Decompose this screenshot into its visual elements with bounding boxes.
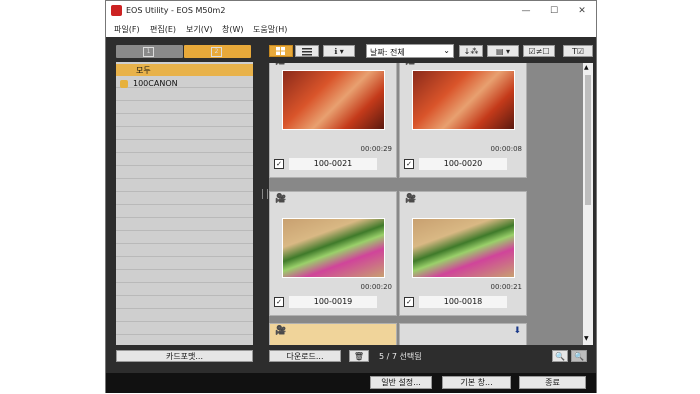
video-thumbnail	[412, 70, 515, 130]
video-icon: 🎥	[405, 63, 416, 66]
video-icon: 🎥	[275, 326, 287, 336]
app-window: EOS Utility - EOS M50m2 — ☐ ✕ 파일(F) 편집(E…	[105, 0, 597, 393]
filter-button[interactable]: T☑	[563, 45, 593, 57]
splitter-grip-icon	[262, 189, 268, 199]
card-folder-panel: 1 2 모두 100CANON 카드포맷...	[106, 37, 259, 373]
selection-count: 5 / 7 선택됨	[379, 352, 422, 361]
scrollbar-thumb[interactable]	[585, 75, 591, 205]
minimize-button[interactable]: —	[516, 4, 536, 18]
tab-card-slot-2[interactable]: 2	[184, 45, 251, 58]
thumbnail-card-partial[interactable]: ⬇	[399, 323, 527, 345]
list-icon	[302, 48, 312, 56]
slot-1-icon: 1	[143, 47, 154, 57]
thumbnail-card-partial[interactable]: 🎥	[269, 323, 397, 345]
folder-label: 100CANON	[133, 79, 178, 88]
scroll-down-icon[interactable]: ▼	[584, 335, 589, 342]
vertical-scrollbar[interactable]: ▲ ▼	[583, 63, 593, 345]
zoom-in-icon[interactable]: 🔍	[571, 350, 587, 362]
duration-label: 00:00:29	[360, 145, 392, 153]
list-view-button[interactable]	[295, 45, 319, 57]
grid-icon	[276, 47, 285, 55]
duration-label: 00:00:21	[490, 283, 522, 291]
menu-edit[interactable]: 편집(E)	[150, 24, 176, 35]
file-name: 100-0019	[289, 296, 377, 308]
folder-item-100canon[interactable]: 100CANON	[116, 78, 253, 90]
thumbnail-card[interactable]: 🎥 00:00:21 ✓ 100-0018	[399, 191, 527, 316]
select-checkbox[interactable]: ✓	[274, 297, 284, 307]
folder-label: 모두	[136, 66, 151, 75]
slot-2-icon: 2	[211, 47, 222, 57]
panel-splitter[interactable]	[259, 37, 269, 373]
video-thumbnail	[282, 70, 385, 130]
title-bar: EOS Utility - EOS M50m2 — ☐ ✕	[106, 1, 596, 21]
tab-card-slot-1[interactable]: 1	[116, 45, 183, 58]
thumbnail-grid: 🎥 00:00:29 ✓ 100-0021 🎥 00:00:08 ✓ 100-0…	[269, 63, 583, 345]
close-button[interactable]: ✕	[572, 4, 592, 18]
select-checkbox[interactable]: ✓	[404, 297, 414, 307]
menu-bar: 파일(F) 편집(E) 보기(V) 창(W) 도움말(H)	[106, 21, 596, 37]
preferences-button[interactable]: 일반 설정...	[370, 376, 432, 389]
trash-icon[interactable]: 🗑	[349, 350, 369, 362]
menu-help[interactable]: 도움말(H)	[253, 24, 287, 35]
file-name: 100-0018	[419, 296, 507, 308]
file-name: 100-0021	[289, 158, 377, 170]
video-icon: 🎥	[275, 194, 287, 204]
video-thumbnail	[282, 218, 385, 278]
file-name: 100-0020	[419, 158, 507, 170]
duration-label: 00:00:20	[360, 283, 392, 291]
download-button[interactable]: 다운로드...	[269, 350, 341, 362]
quit-button[interactable]: 종료	[519, 376, 586, 389]
date-filter-select[interactable]: 날짜: 전체 ⌄	[366, 44, 454, 58]
menu-window[interactable]: 창(W)	[222, 24, 244, 35]
select-checkbox[interactable]: ✓	[274, 159, 284, 169]
scroll-up-icon[interactable]: ▲	[584, 64, 589, 71]
sort-button[interactable]: ↓⁂	[459, 45, 483, 57]
thumbnail-card[interactable]: 🎥 00:00:29 ✓ 100-0021	[269, 63, 397, 178]
bottom-bar: 일반 설정... 기본 창... 종료	[106, 373, 596, 393]
check-toggle-button[interactable]: ☑≠☐	[523, 45, 555, 57]
video-thumbnail	[412, 218, 515, 278]
thumbnail-panel: ℹ ▾ 날짜: 전체 ⌄ ↓⁂ ▤ ▾ ☑≠☐ T☑ 🎥 00:00:29 ✓ …	[269, 37, 596, 373]
info-display-button[interactable]: ℹ ▾	[323, 45, 355, 57]
folder-list: 모두 100CANON	[116, 62, 253, 345]
maximize-button[interactable]: ☐	[544, 4, 564, 18]
thumbnail-card[interactable]: 🎥 00:00:20 ✓ 100-0019	[269, 191, 397, 316]
group-button[interactable]: ▤ ▾	[487, 45, 519, 57]
chevron-down-icon: ⌄	[443, 46, 450, 55]
grid-view-button[interactable]	[269, 45, 293, 57]
video-icon: 🎥	[405, 194, 417, 204]
thumbnail-card[interactable]: 🎥 00:00:08 ✓ 100-0020	[399, 63, 527, 178]
card-format-button[interactable]: 카드포맷...	[116, 350, 253, 362]
window-title: EOS Utility - EOS M50m2	[126, 6, 226, 15]
duration-label: 00:00:08	[490, 145, 522, 153]
folder-icon	[120, 80, 128, 88]
download-arrow-icon: ⬇	[513, 326, 521, 336]
folder-item-all[interactable]: 모두	[116, 64, 253, 76]
menu-view[interactable]: 보기(V)	[186, 24, 212, 35]
app-icon	[111, 5, 122, 16]
select-checkbox[interactable]: ✓	[404, 159, 414, 169]
zoom-out-icon[interactable]: 🔍	[552, 350, 568, 362]
menu-file[interactable]: 파일(F)	[114, 24, 140, 35]
video-icon: 🎥	[275, 63, 286, 66]
date-filter-value: 날짜: 전체	[370, 48, 405, 57]
main-window-button[interactable]: 기본 창...	[442, 376, 511, 389]
